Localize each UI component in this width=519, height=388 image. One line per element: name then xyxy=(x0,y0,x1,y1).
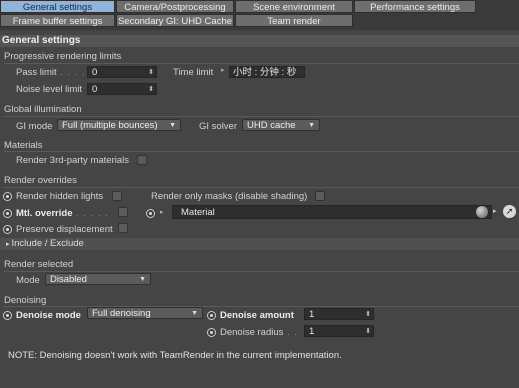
separator xyxy=(4,271,519,272)
pass-limit-field[interactable]: 0 ⬍ xyxy=(87,66,157,78)
gi-solver-label: GI solver xyxy=(199,121,238,132)
only-masks-checkbox[interactable] xyxy=(315,191,325,201)
label-dots: . . . . xyxy=(56,67,86,78)
gi-mode-label: GI mode xyxy=(16,121,53,132)
gi-solver-dropdown[interactable]: UHD cache ▼ xyxy=(242,119,320,131)
spinner-arrows-icon[interactable]: ⬍ xyxy=(148,84,154,96)
separator xyxy=(4,116,519,117)
time-limit-field[interactable]: 小时 : 分钟 : 秒 xyxy=(229,66,305,78)
pick-cursor-icon[interactable]: ➚ xyxy=(503,205,516,218)
material-expand-icon[interactable]: ▸ xyxy=(160,208,164,216)
preserve-disp-anim-icon[interactable] xyxy=(3,225,12,234)
group-title-overrides: Render overrides xyxy=(4,175,77,186)
group-title-gi: Global illumination xyxy=(4,104,82,115)
tab-secondary-gi-uhd-cache[interactable]: Secondary GI: UHD Cache xyxy=(116,14,234,27)
material-link-anim-icon[interactable] xyxy=(146,209,155,218)
chevron-down-icon: ▼ xyxy=(139,276,146,283)
time-limit-label: Time limit xyxy=(173,67,214,78)
material-sphere-icon[interactable] xyxy=(476,206,488,218)
separator xyxy=(4,306,519,307)
tab-frame-buffer-settings[interactable]: Frame buffer settings xyxy=(0,14,115,27)
denoising-note: NOTE: Denoising doesn't work with TeamRe… xyxy=(8,350,342,361)
group-title-denoising: Denoising xyxy=(4,295,47,306)
tab-team-render[interactable]: Team render xyxy=(235,14,353,27)
group-title-materials: Materials xyxy=(4,140,43,151)
chevron-down-icon: ▼ xyxy=(191,310,198,317)
chevron-down-icon: ▼ xyxy=(169,122,176,129)
time-limit-marker-icon: ▸ xyxy=(221,67,225,74)
denoise-radius-field[interactable]: 1 ⬍ xyxy=(304,325,374,337)
hidden-lights-checkbox[interactable] xyxy=(112,191,122,201)
material-link-field[interactable]: Material xyxy=(172,205,492,219)
preserve-disp-checkbox[interactable] xyxy=(118,223,128,233)
spinner-arrows-icon[interactable]: ⬍ xyxy=(148,67,154,79)
label-dots: . . . . . xyxy=(72,208,109,219)
render-selected-mode-label: Mode xyxy=(16,275,40,286)
hidden-lights-label: Render hidden lights xyxy=(16,191,104,202)
mtl-override-label: Mtl. override . . . . . xyxy=(16,208,109,219)
tab-general-settings[interactable]: General settings xyxy=(0,0,115,13)
spinner-arrows-icon[interactable]: ⬍ xyxy=(365,326,371,338)
render-3rd-party-checkbox[interactable] xyxy=(137,155,147,165)
denoise-mode-anim-icon[interactable] xyxy=(3,311,12,320)
denoise-mode-dropdown[interactable]: Full denoising ▼ xyxy=(87,307,203,319)
label-dots: . . xyxy=(283,327,298,338)
tab-performance-settings[interactable]: Performance settings xyxy=(354,0,476,13)
material-menu-arrow-icon[interactable]: ▸ xyxy=(493,207,497,215)
section-header-general-settings: General settings xyxy=(0,35,519,47)
denoise-amount-anim-icon[interactable] xyxy=(207,311,216,320)
chevron-down-icon: ▼ xyxy=(308,122,315,129)
denoise-mode-label: Denoise mode xyxy=(16,310,81,321)
gi-mode-dropdown[interactable]: Full (multiple bounces) ▼ xyxy=(57,119,181,131)
tab-bar: General settings Camera/Postprocessing S… xyxy=(0,0,519,30)
denoise-radius-anim-icon[interactable] xyxy=(207,328,216,337)
separator xyxy=(4,151,519,152)
hidden-lights-anim-icon[interactable] xyxy=(3,192,12,201)
preserve-disp-label: Preserve displacement xyxy=(16,224,113,235)
denoise-amount-label: Denoise amount xyxy=(220,310,294,321)
pass-limit-label: Pass limit . . . . xyxy=(16,67,86,78)
render-3rd-party-label: Render 3rd-party materials xyxy=(16,155,129,166)
tab-camera-postprocessing[interactable]: Camera/Postprocessing xyxy=(116,0,234,13)
mtl-override-anim-icon[interactable] xyxy=(3,209,12,218)
group-title-render-selected: Render selected xyxy=(4,259,74,270)
only-masks-label: Render only masks (disable shading) xyxy=(151,191,308,202)
group-title-progressive: Progressive rendering limits xyxy=(4,51,122,62)
separator xyxy=(4,63,519,64)
denoise-amount-field[interactable]: 1 ⬍ xyxy=(304,308,374,320)
tab-scene-environment[interactable]: Scene environment xyxy=(235,0,353,13)
include-exclude-section[interactable]: ▸ Include / Exclude xyxy=(0,238,519,250)
noise-limit-field[interactable]: 0 ⬍ xyxy=(87,83,157,95)
render-selected-mode-dropdown[interactable]: Disabled ▼ xyxy=(45,273,151,285)
spinner-arrows-icon[interactable]: ⬍ xyxy=(365,309,371,321)
noise-limit-label: Noise level limit xyxy=(16,84,82,95)
mtl-override-checkbox[interactable] xyxy=(118,207,128,217)
denoise-radius-label: Denoise radius . . xyxy=(220,327,298,338)
separator xyxy=(4,187,519,188)
